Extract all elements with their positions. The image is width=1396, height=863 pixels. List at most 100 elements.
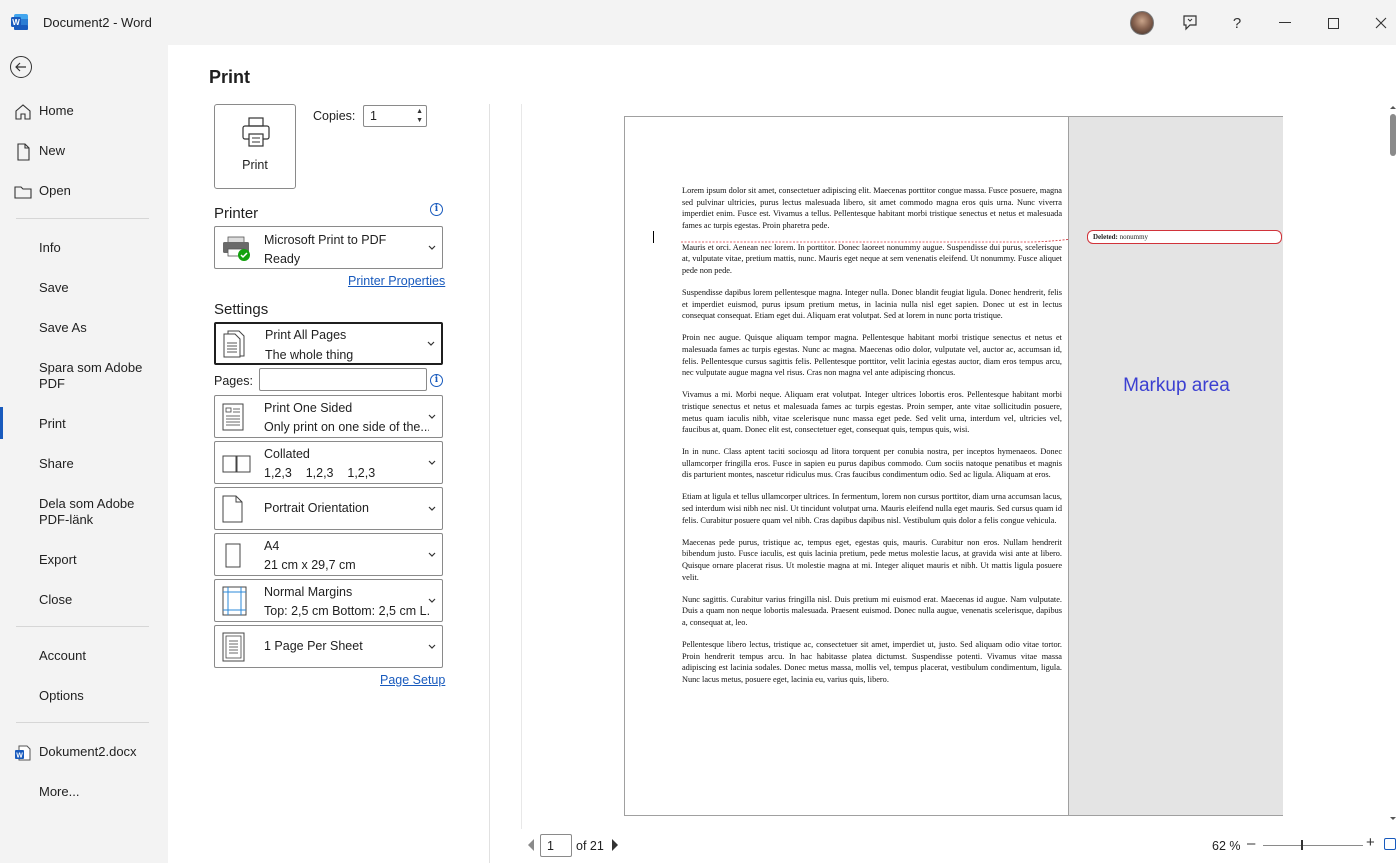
zoom-in-icon[interactable]: +: [1366, 834, 1375, 851]
printer-heading: Printer: [214, 205, 259, 222]
paragraph: Etiam at ligula et tellus ullamcorper ul…: [682, 492, 1062, 525]
zoom-level[interactable]: 62 %: [1212, 839, 1241, 853]
arrow-left-icon: [15, 62, 26, 72]
nav-divider: [16, 218, 149, 219]
copies-label: Copies:: [313, 109, 356, 123]
printer-dropdown[interactable]: Microsoft Print to PDF Ready: [214, 226, 443, 269]
nav-save-as[interactable]: Save As: [0, 320, 168, 336]
nav-close[interactable]: Close: [0, 592, 168, 608]
chevron-down-icon: [427, 341, 435, 346]
close-icon[interactable]: [1370, 12, 1392, 34]
printer-properties-link[interactable]: Printer Properties: [348, 274, 445, 288]
previous-page-icon[interactable]: [526, 838, 536, 852]
nav-recent-document-label: Dokument2.docx: [39, 744, 137, 759]
zoom-slider-thumb[interactable]: [1301, 840, 1303, 850]
chevron-down-icon: [428, 644, 436, 649]
nav-open-label: Open: [39, 183, 71, 198]
word-file-icon: W: [15, 745, 31, 761]
scrollbar-thumb[interactable]: [1390, 114, 1396, 156]
margins-desc: Top: 2,5 cm Bottom: 2,5 cm L...: [264, 604, 429, 618]
sides-dropdown[interactable]: Print One Sided Only print on one side o…: [214, 395, 443, 438]
print-button-label: Print: [242, 158, 268, 172]
paper-size-title: A4: [264, 539, 280, 553]
orientation-title: Portrait Orientation: [264, 501, 369, 515]
collated-icon: [222, 455, 251, 473]
balloon-prefix: Deleted:: [1093, 233, 1118, 241]
paragraph: Mauris et orci. Aenean nec lorem. In por…: [682, 242, 1062, 276]
chevron-down-icon: [428, 506, 436, 511]
new-doc-icon: [17, 143, 30, 161]
nav-new[interactable]: New: [0, 143, 168, 161]
print-range-desc: The whole thing: [265, 348, 354, 362]
markup-area-label: Markup area: [1123, 375, 1230, 396]
help-icon[interactable]: ?: [1226, 12, 1248, 34]
scroll-down-icon[interactable]: [1389, 816, 1396, 822]
back-button[interactable]: [10, 56, 32, 78]
printer-icon: [242, 117, 270, 147]
chevron-down-icon: [428, 245, 436, 250]
margins-title: Normal Margins: [264, 585, 353, 599]
spin-arrows-icon[interactable]: ▲ ▼: [416, 107, 423, 125]
text-cursor: [653, 231, 654, 243]
zoom-out-icon[interactable]: –: [1247, 835, 1255, 852]
print-range-dropdown[interactable]: Print All Pages The whole thing: [214, 322, 443, 365]
nav-share-adobe-pdf-link[interactable]: Dela som Adobe PDF-länk: [0, 496, 140, 528]
nav-divider: [16, 626, 149, 627]
svg-text:W: W: [12, 18, 20, 27]
settings-heading: Settings: [214, 301, 269, 318]
print-preview: Lorem ipsum dolor sit amet, consectetuer…: [521, 104, 1396, 829]
scroll-up-icon[interactable]: [1389, 104, 1396, 110]
nav-save[interactable]: Save: [0, 280, 168, 296]
maximize-icon[interactable]: [1322, 12, 1344, 34]
folder-icon: [14, 186, 32, 199]
next-page-icon[interactable]: [610, 838, 620, 852]
copies-stepper[interactable]: 1 ▲ ▼: [363, 105, 427, 127]
document-body: Lorem ipsum dolor sit amet, consectetuer…: [682, 185, 1062, 696]
nav-home[interactable]: Home: [0, 103, 168, 120]
word-app-icon: W: [11, 14, 28, 30]
nav-print[interactable]: Print: [0, 416, 168, 432]
print-pane: Print Print Copies: 1 ▲ ▼ Printer i Micro…: [168, 45, 1396, 863]
nav-save-as-adobe-pdf[interactable]: Spara som Adobe PDF: [0, 360, 150, 392]
nav-export[interactable]: Export: [0, 552, 168, 568]
page-setup-link[interactable]: Page Setup: [380, 673, 445, 687]
nav-share-label: Share: [39, 456, 74, 471]
nav-open[interactable]: Open: [0, 183, 168, 199]
page-title: Print: [209, 67, 251, 87]
pages-input[interactable]: [259, 368, 427, 391]
nav-save-as-adobe-pdf-label: Spara som Adobe PDF: [39, 360, 143, 391]
paragraph: Vivamus a mi. Morbi neque. Aliquam erat …: [682, 390, 1062, 435]
window-title: Document2 - Word: [43, 15, 152, 30]
nav-new-label: New: [39, 143, 66, 158]
nav-recent-document[interactable]: W Dokument2.docx: [0, 744, 168, 761]
feedback-icon[interactable]: [1179, 12, 1201, 34]
preview-scrollbar[interactable]: [1387, 104, 1396, 829]
info-icon[interactable]: i: [430, 374, 443, 387]
zoom-to-page-icon[interactable]: [1384, 838, 1396, 850]
margins-dropdown[interactable]: Normal Margins Top: 2,5 cm Bottom: 2,5 c…: [214, 579, 443, 622]
portrait-page-icon: [222, 495, 243, 523]
nav-share[interactable]: Share: [0, 456, 168, 472]
nav-save-label: Save: [39, 280, 69, 295]
nav-close-label: Close: [39, 592, 73, 607]
nav-options[interactable]: Options: [0, 688, 168, 704]
info-icon[interactable]: i: [430, 203, 443, 216]
collation-title: Collated: [264, 447, 310, 461]
printer-status: Ready: [264, 252, 301, 266]
nav-info[interactable]: Info: [0, 240, 168, 256]
page-number-input[interactable]: 1: [540, 834, 572, 857]
pane-divider: [489, 104, 490, 863]
collation-dropdown[interactable]: Collated 1,2,3 1,2,3 1,2,3: [214, 441, 443, 484]
orientation-dropdown[interactable]: Portrait Orientation: [214, 487, 443, 530]
svg-text:W: W: [16, 753, 23, 760]
paper-size-dropdown[interactable]: A4 21 cm x 29,7 cm: [214, 533, 443, 576]
user-avatar[interactable]: [1130, 11, 1154, 35]
print-button[interactable]: Print: [214, 104, 296, 189]
pages-per-sheet-dropdown[interactable]: 1 Page Per Sheet: [214, 625, 443, 668]
nav-print-label: Print: [39, 416, 66, 431]
minimize-icon[interactable]: [1274, 12, 1296, 34]
nav-account[interactable]: Account: [0, 648, 168, 664]
zoom-slider[interactable]: [1263, 845, 1363, 846]
nav-more[interactable]: More...: [0, 784, 168, 800]
chevron-down-icon: [428, 552, 436, 557]
